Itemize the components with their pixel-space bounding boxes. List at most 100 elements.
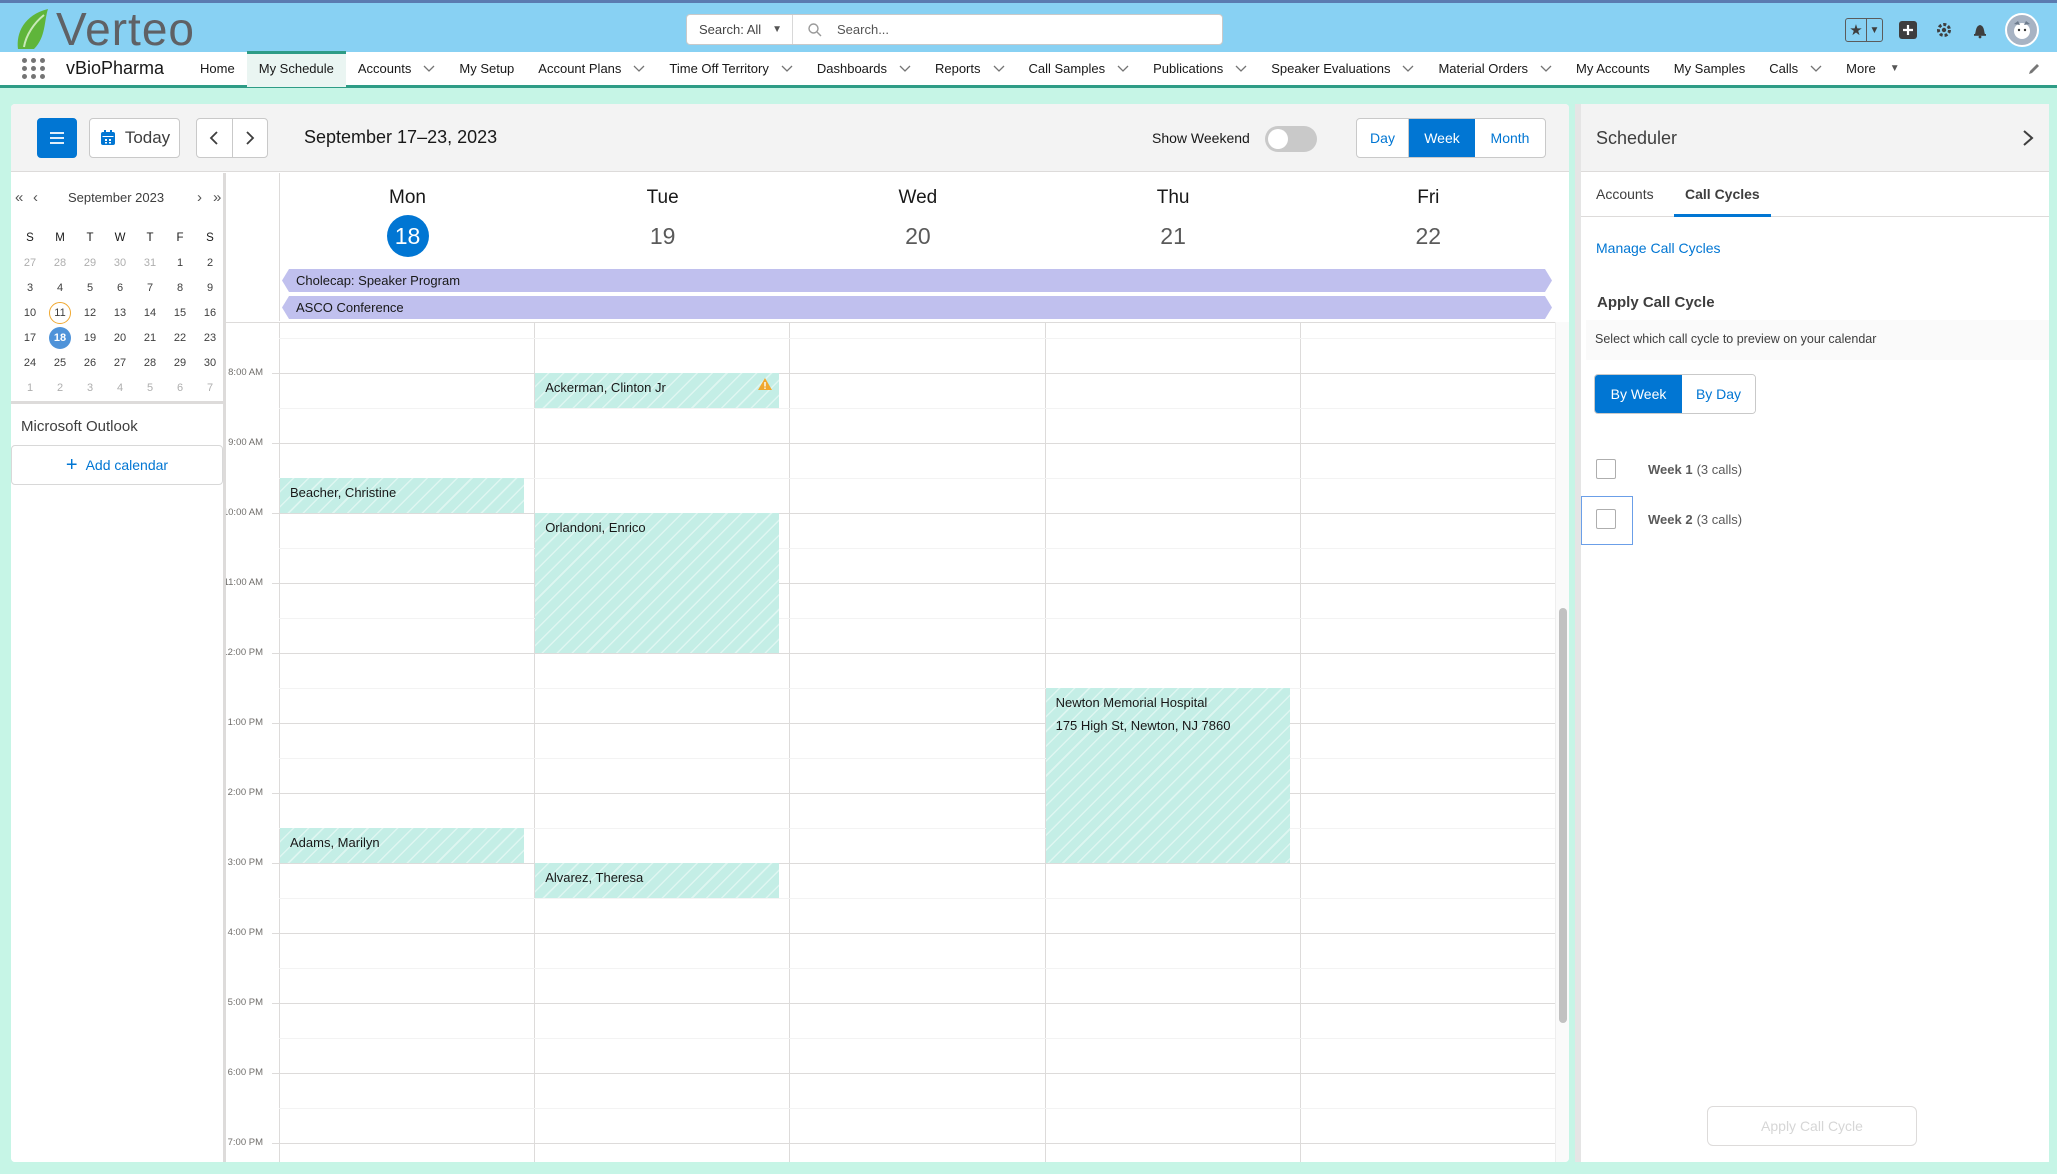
today-button[interactable]: Today bbox=[89, 118, 180, 158]
mini-calendar-day[interactable]: 29 bbox=[165, 350, 195, 375]
mini-calendar-day[interactable]: 31 bbox=[135, 250, 165, 275]
manage-call-cycles-link[interactable]: Manage Call Cycles bbox=[1596, 240, 1721, 256]
chevron-down-icon[interactable] bbox=[781, 65, 793, 73]
mini-calendar-day[interactable]: 19 bbox=[75, 325, 105, 350]
day-header-fri[interactable]: Fri 22 bbox=[1301, 173, 1556, 257]
chevron-down-icon[interactable] bbox=[1117, 65, 1129, 73]
mini-calendar-day[interactable]: 20 bbox=[105, 325, 135, 350]
previous-month-icon[interactable]: ‹ bbox=[33, 189, 38, 206]
favorites-dropdown-icon[interactable]: ▼ bbox=[1866, 19, 1882, 41]
mini-calendar-day[interactable]: 27 bbox=[105, 350, 135, 375]
mini-calendar-day[interactable]: 29 bbox=[75, 250, 105, 275]
week-2-checkbox[interactable] bbox=[1596, 509, 1616, 529]
view-day-button[interactable]: Day bbox=[1357, 119, 1409, 157]
mini-calendar-day[interactable]: 3 bbox=[15, 275, 45, 300]
chevron-down-icon[interactable] bbox=[993, 65, 1005, 73]
call-cycle-option[interactable]: Week 2 (3 calls) bbox=[1596, 509, 1742, 529]
tab-call-cycles[interactable]: Call Cycles bbox=[1674, 186, 1771, 217]
apply-call-cycle-button[interactable]: Apply Call Cycle bbox=[1707, 1106, 1917, 1146]
warning-icon[interactable] bbox=[757, 377, 773, 391]
user-avatar[interactable] bbox=[2005, 13, 2039, 47]
add-calendar-button[interactable]: + Add calendar bbox=[11, 445, 223, 485]
call-cycle-option[interactable]: Week 1 (3 calls) bbox=[1596, 459, 1742, 479]
app-logo[interactable]: Verteo bbox=[14, 5, 195, 53]
previous-week-button[interactable] bbox=[197, 119, 232, 157]
mini-calendar-day[interactable]: 28 bbox=[135, 350, 165, 375]
chevron-down-icon[interactable] bbox=[633, 65, 645, 73]
chevron-down-icon[interactable] bbox=[1235, 65, 1247, 73]
mini-calendar-day[interactable]: 18 bbox=[49, 326, 71, 349]
nav-item-my-setup[interactable]: My Setup bbox=[447, 51, 526, 87]
mini-calendar-day[interactable]: 4 bbox=[105, 375, 135, 400]
mini-calendar-day[interactable]: 15 bbox=[165, 300, 195, 325]
calendar-event[interactable]: Orlandoni, Enrico bbox=[535, 513, 780, 653]
nav-more[interactable]: More ▼ bbox=[1834, 51, 1912, 87]
mini-calendar-day[interactable]: 21 bbox=[135, 325, 165, 350]
nav-item-accounts[interactable]: Accounts bbox=[346, 51, 447, 87]
mini-calendar-day[interactable]: 14 bbox=[135, 300, 165, 325]
day-header-mon[interactable]: Mon 18 bbox=[280, 173, 535, 257]
calendar-event[interactable]: Ackerman, Clinton Jr bbox=[535, 373, 780, 408]
mini-calendar-day[interactable]: 2 bbox=[45, 375, 75, 400]
mini-calendar-day[interactable]: 6 bbox=[165, 375, 195, 400]
calendar-event[interactable]: Alvarez, Theresa bbox=[535, 863, 780, 898]
mini-calendar-day[interactable]: 30 bbox=[195, 350, 225, 375]
mini-calendar-day[interactable]: 9 bbox=[195, 275, 225, 300]
next-week-button[interactable] bbox=[231, 119, 268, 157]
nav-item-publications[interactable]: Publications bbox=[1141, 51, 1259, 87]
mini-calendar-day[interactable]: 5 bbox=[75, 275, 105, 300]
mini-calendar-day[interactable]: 22 bbox=[165, 325, 195, 350]
chevron-down-icon[interactable] bbox=[1402, 65, 1414, 73]
chevron-down-icon[interactable] bbox=[1540, 65, 1552, 73]
day-header-tue[interactable]: Tue 19 bbox=[535, 173, 790, 257]
day-header-wed[interactable]: Wed 20 bbox=[790, 173, 1045, 257]
day-header-thu[interactable]: Thu 21 bbox=[1046, 173, 1301, 257]
mini-calendar-day[interactable]: 25 bbox=[45, 350, 75, 375]
mini-calendar-day[interactable]: 7 bbox=[195, 375, 225, 400]
mini-calendar-day[interactable]: 16 bbox=[195, 300, 225, 325]
mini-calendar-day[interactable]: 26 bbox=[75, 350, 105, 375]
edit-nav-pencil-icon[interactable] bbox=[2027, 62, 2041, 76]
by-week-button[interactable]: By Week bbox=[1595, 375, 1682, 413]
mini-calendar-day[interactable]: 17 bbox=[15, 325, 45, 350]
nav-item-my-schedule[interactable]: My Schedule bbox=[246, 50, 346, 87]
nav-item-my-accounts[interactable]: My Accounts bbox=[1564, 51, 1662, 87]
all-day-event[interactable]: ASCO Conference bbox=[282, 296, 1552, 319]
mini-calendar-day[interactable]: 1 bbox=[165, 250, 195, 275]
next-year-icon[interactable]: » bbox=[213, 189, 221, 206]
previous-year-icon[interactable]: « bbox=[15, 189, 23, 206]
calendar-event[interactable]: Newton Memorial Hospital 175 High St, New… bbox=[1045, 688, 1290, 863]
by-day-button[interactable]: By Day bbox=[1682, 375, 1755, 413]
mini-calendar-day[interactable]: 24 bbox=[15, 350, 45, 375]
nav-item-time-off-territory[interactable]: Time Off Territory bbox=[657, 51, 804, 87]
time-grid-scrollbar[interactable] bbox=[1555, 322, 1569, 1162]
next-month-icon[interactable]: › bbox=[197, 189, 202, 206]
mini-calendar-day[interactable]: 7 bbox=[135, 275, 165, 300]
chevron-down-icon[interactable] bbox=[423, 65, 435, 73]
chevron-down-icon[interactable] bbox=[899, 65, 911, 73]
global-add-icon[interactable] bbox=[1897, 19, 1919, 41]
nav-item-my-samples[interactable]: My Samples bbox=[1662, 51, 1758, 87]
scrollbar-thumb[interactable] bbox=[1559, 608, 1567, 1023]
calendar-event[interactable]: Adams, Marilyn bbox=[280, 828, 525, 863]
mini-calendar-day[interactable]: 5 bbox=[135, 375, 165, 400]
nav-item-account-plans[interactable]: Account Plans bbox=[526, 51, 657, 87]
search-input[interactable]: Search... bbox=[793, 22, 1222, 38]
mini-calendar-day[interactable]: 11 bbox=[49, 301, 71, 324]
mini-calendar-day[interactable]: 1 bbox=[15, 375, 45, 400]
all-day-event[interactable]: Cholecap: Speaker Program bbox=[282, 269, 1552, 292]
star-icon[interactable]: ★ bbox=[1846, 19, 1866, 41]
week-1-checkbox[interactable] bbox=[1596, 459, 1616, 479]
mini-calendar-day[interactable]: 2 bbox=[195, 250, 225, 275]
mini-calendar-day[interactable]: 30 bbox=[105, 250, 135, 275]
nav-item-speaker-evaluations[interactable]: Speaker Evaluations bbox=[1259, 51, 1426, 87]
mini-calendar-day[interactable]: 4 bbox=[45, 275, 75, 300]
notifications-bell-icon[interactable] bbox=[1969, 19, 1991, 41]
toggle-sidebar-button[interactable] bbox=[37, 118, 77, 158]
mini-calendar-day[interactable]: 28 bbox=[45, 250, 75, 275]
show-weekend-toggle[interactable] bbox=[1265, 126, 1317, 152]
search-scope-dropdown[interactable]: Search: All ▼ bbox=[687, 15, 793, 44]
mini-calendar-day[interactable]: 12 bbox=[75, 300, 105, 325]
mini-calendar-day[interactable]: 13 bbox=[105, 300, 135, 325]
view-week-button[interactable]: Week bbox=[1409, 119, 1475, 157]
